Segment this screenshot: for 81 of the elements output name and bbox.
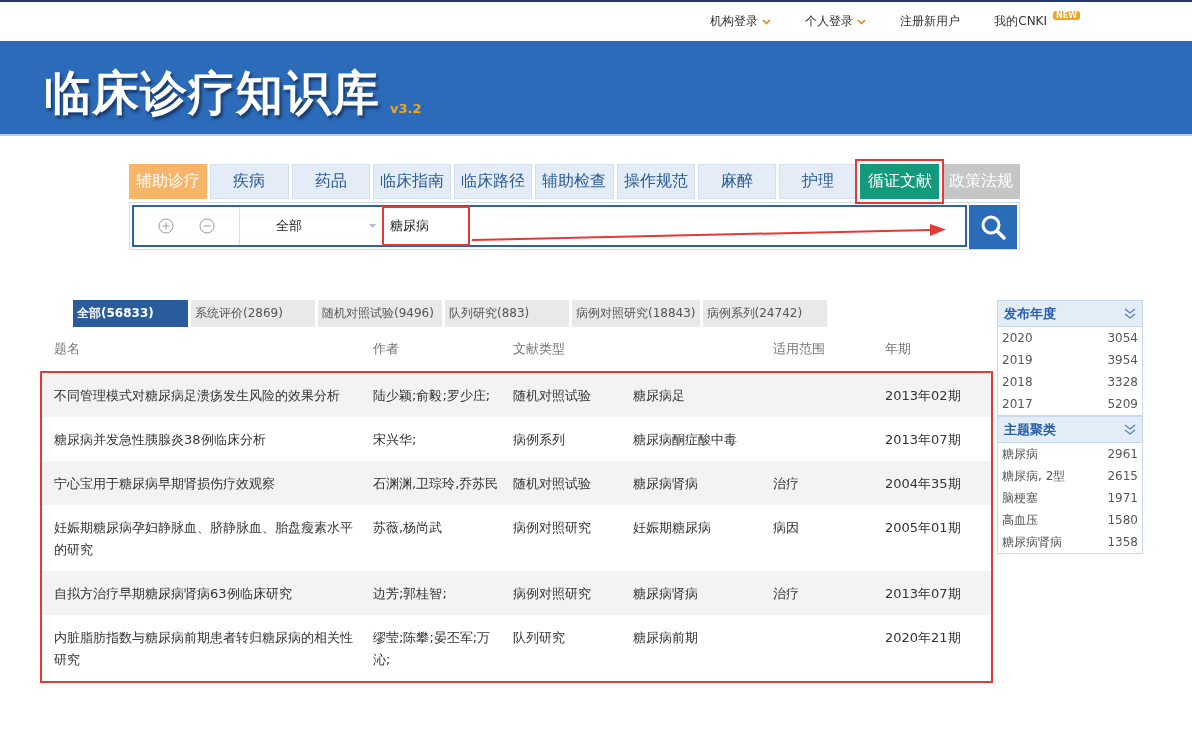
table-cell-text: 病例对照研究: [513, 585, 592, 603]
search-icon: [980, 214, 1006, 240]
result-tab[interactable]: 全部(56833): [73, 300, 188, 327]
table-cell-text: 治疗: [773, 475, 800, 493]
new-badge: NEW: [1053, 11, 1080, 20]
scope-dropdown[interactable]: 全部: [240, 207, 382, 245]
facet-item[interactable]: 2018 3328: [998, 371, 1142, 393]
table-cell-text: 病例系列: [513, 431, 566, 449]
facet-item[interactable]: 糖尿病肾病 1358: [998, 531, 1142, 553]
title-link[interactable]: 妊娠期糖尿病孕妇静脉血、脐静脉血、胎盘瘦素水平的研究: [54, 517, 373, 561]
result-tab[interactable]: 系统评价(2869): [191, 300, 315, 327]
category-tab[interactable]: 辅助检查: [535, 164, 614, 199]
result-tab[interactable]: 病例系列(24742): [702, 300, 827, 327]
facet-header[interactable]: 主题聚类: [998, 417, 1142, 443]
table-cell-text: 石渊渊,卫琮玲,乔苏民: [373, 475, 500, 493]
search-field[interactable]: 糖尿病: [382, 206, 470, 246]
category-tab[interactable]: 护理: [779, 164, 858, 199]
title-link[interactable]: 内脏脂肪指数与糖尿病前期患者转归糖尿病的相关性研究: [54, 627, 373, 671]
table-cell-text: 2013年07期: [885, 585, 962, 603]
column-header: 文献类型: [513, 340, 566, 358]
table-cell-text: 糖尿病酮症酸中毒: [633, 431, 738, 449]
search-button[interactable]: [969, 205, 1017, 249]
table-cell-text: 糖尿病前期: [633, 629, 699, 647]
result-tab[interactable]: 队列研究(883): [445, 300, 569, 327]
table-cell-text: 苏薇,杨尚武: [373, 519, 444, 537]
nav-link[interactable]: 注册新用户: [900, 13, 961, 30]
column-header: 作者: [373, 340, 400, 358]
title-link[interactable]: 自拟方治疗早期糖尿病肾病63例临床研究: [54, 583, 373, 605]
table-cell-text: 妊娠期糖尿病: [633, 519, 712, 537]
table-cell-text: 2005年01期: [885, 519, 962, 537]
table-cell-text: 病例对照研究: [513, 519, 592, 537]
nav-link[interactable]: 个人登录: [805, 13, 867, 30]
table-cell-text: 陆少颖;俞毅;罗少庄;: [373, 387, 492, 405]
double-chevron-icon: [1124, 308, 1136, 319]
category-tab[interactable]: 疾病: [210, 164, 289, 199]
category-tab[interactable]: 临床路径: [454, 164, 533, 199]
double-chevron-icon: [1124, 424, 1136, 435]
add-icon[interactable]: [158, 218, 174, 234]
category-tab[interactable]: 药品: [291, 164, 370, 199]
facet-item[interactable]: 脑梗塞 1971: [998, 487, 1142, 509]
table-cell-text: 边芳;郭桂智;: [373, 585, 448, 603]
column-header: 题名: [54, 340, 81, 358]
column-header: 年期: [885, 340, 912, 358]
table-cell-text: 2013年02期: [885, 387, 962, 405]
table-cell-text: 2004年35期: [885, 475, 962, 493]
category-tab[interactable]: 操作规范: [616, 164, 695, 199]
title-link[interactable]: 不同管理模式对糖尿病足溃疡发生风险的效果分析: [54, 385, 373, 407]
remove-icon[interactable]: [199, 218, 215, 234]
title-link[interactable]: 宁心宝用于糖尿病早期肾损伤疗效观察: [54, 473, 373, 495]
category-tab[interactable]: 麻醉: [697, 164, 777, 199]
caret-icon: [369, 224, 376, 228]
chevron-down-icon: [762, 18, 772, 25]
facet-item[interactable]: 2020 3054: [998, 327, 1142, 349]
result-tab[interactable]: 病例对照研究(18843): [572, 300, 700, 327]
table-cell-text: 缪莹;陈攀;晏丕军;万沁;: [373, 629, 492, 669]
table-cell-text: 病因: [773, 519, 800, 537]
chevron-down-icon: [857, 18, 867, 25]
facet-item[interactable]: 糖尿病 2961: [998, 443, 1142, 465]
table-cell-text: 糖尿病肾病: [633, 475, 699, 493]
result-tab[interactable]: 随机对照试验(9496): [318, 300, 442, 327]
category-tab[interactable]: 临床指南: [372, 164, 452, 199]
version-label: v3.2: [390, 101, 422, 116]
facet-item[interactable]: 2017 5209: [998, 393, 1142, 415]
table-cell-text: 糖尿病肾病: [633, 585, 699, 603]
column-header: 适用范围: [773, 340, 826, 358]
nav-link[interactable]: 我的CNKI NEW: [994, 13, 1080, 30]
title-link[interactable]: 糖尿病并发急性胰腺炎38例临床分析: [54, 429, 373, 451]
facet-item[interactable]: 高血压 1580: [998, 509, 1142, 531]
table-cell-text: 随机对照试验: [513, 475, 592, 493]
facet-header[interactable]: 发布年度: [998, 301, 1142, 327]
nav-link[interactable]: 机构登录: [710, 13, 772, 30]
table-cell-text: 随机对照试验: [513, 387, 592, 405]
table-cell-text: 糖尿病足: [633, 387, 686, 405]
table-cell-text: 2013年07期: [885, 431, 962, 449]
table-cell-text: 宋兴华;: [373, 431, 418, 449]
table-cell-text: 2020年21期: [885, 629, 962, 647]
table-cell-text: 治疗: [773, 585, 800, 603]
facet-item[interactable]: 2019 3954: [998, 349, 1142, 371]
site-title: 临床诊疗知识库: [44, 69, 380, 116]
facet-item[interactable]: 糖尿病, 2型 2615: [998, 465, 1142, 487]
table-cell-text: 队列研究: [513, 629, 566, 647]
